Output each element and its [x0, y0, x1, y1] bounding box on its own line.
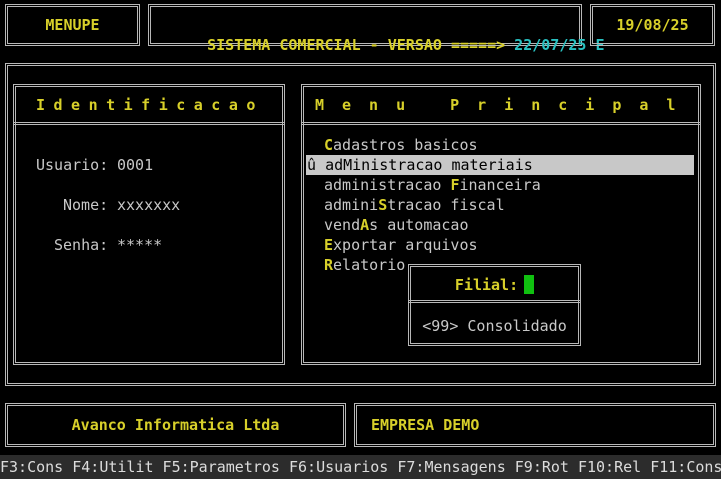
selected-marker: û: [307, 156, 317, 174]
filial-label: Filial:: [454, 276, 519, 294]
date-box: 19/08/25: [590, 4, 715, 46]
password-value[interactable]: *****: [117, 235, 162, 255]
identification-title: Identificacao: [36, 96, 264, 114]
filial-option[interactable]: <99> Consolidado: [411, 316, 578, 336]
filial-separator: [408, 300, 581, 303]
user-value[interactable]: 0001: [117, 155, 153, 175]
password-label: Senha:: [54, 236, 109, 254]
menu-item-automacao[interactable]: vendAs automacao: [324, 215, 469, 235]
title-box: SISTEMA COMERCIAL - VERSAO =====> 22/07/…: [148, 4, 604, 54]
client-name: EMPRESA DEMO: [371, 416, 480, 434]
user-label: Usuario:: [36, 156, 109, 174]
identification-separator: [13, 122, 285, 125]
program-box: MENUPE: [5, 4, 140, 46]
identification-panel: Identificacao: [13, 84, 285, 365]
system-title: SISTEMA COMERCIAL - VERSAO =====>: [207, 36, 506, 54]
menu-item-exportar[interactable]: Exportar arquivos: [324, 235, 478, 255]
menu-item-relatorio[interactable]: Relatorio: [324, 255, 405, 275]
company-name: Avanco Informatica Ltda: [71, 416, 280, 434]
menu-separator: [301, 122, 701, 125]
menu-item-fiscal[interactable]: adminiStracao fiscal: [324, 195, 505, 215]
menu-item-cadastros[interactable]: Cadastros basicos: [324, 135, 478, 155]
name-label: Nome:: [63, 196, 109, 214]
filial-field[interactable]: Filial:: [411, 275, 578, 295]
menu-item-financeira[interactable]: administracao Financeira: [324, 175, 541, 195]
text-cursor[interactable]: [524, 275, 535, 294]
menu-title: Menu Principal: [315, 96, 694, 114]
menu-item-materiais-selected[interactable]: û adMinistracao materiais: [306, 155, 694, 175]
client-box: EMPRESA DEMO: [354, 403, 716, 447]
program-name: MENUPE: [45, 16, 100, 34]
header-date: 19/08/25: [616, 16, 689, 34]
name-value: xxxxxxx: [117, 196, 181, 214]
function-key-bar[interactable]: F3:Cons F4:Utilit F5:Parametros F6:Usuar…: [0, 455, 721, 479]
filial-popup: Filial: <99> Consolidado: [408, 264, 581, 346]
company-box: Avanco Informatica Ltda: [5, 403, 346, 447]
